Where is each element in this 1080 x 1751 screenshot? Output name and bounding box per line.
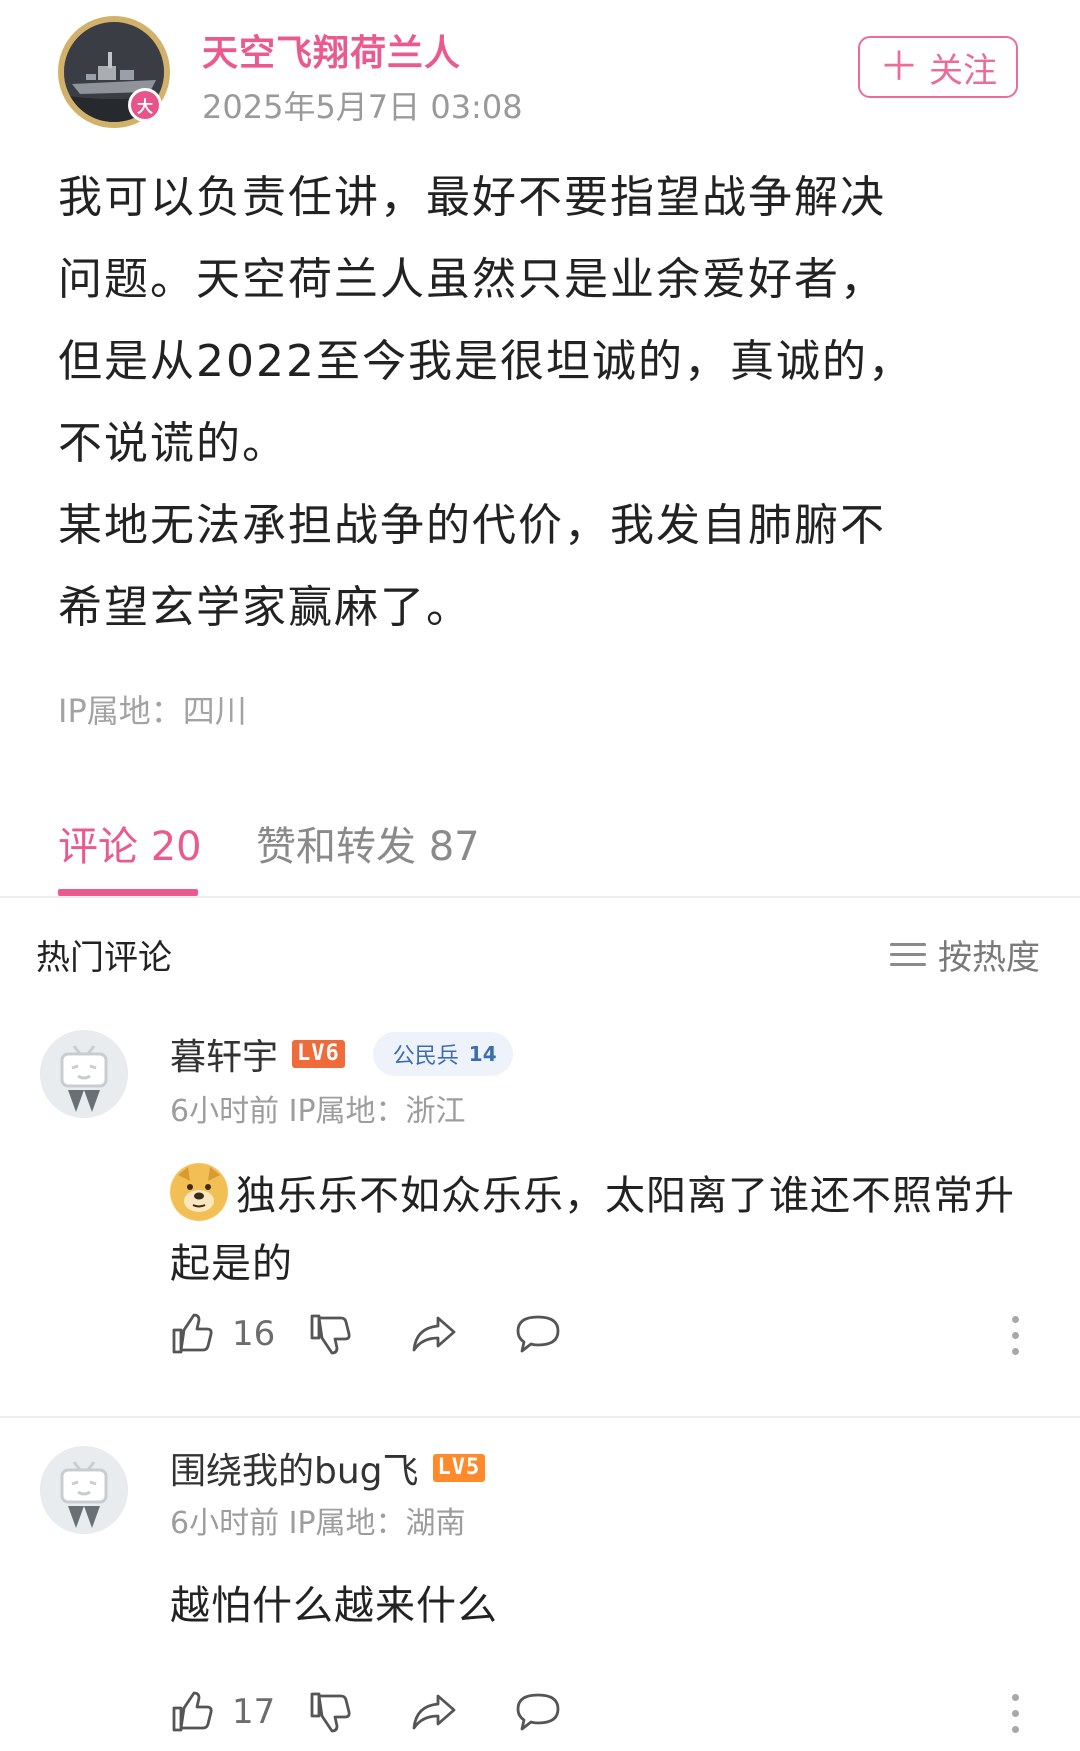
doge-emoji-icon (170, 1163, 228, 1221)
comment-text: 独乐乐不如众乐乐，太阳离了谁还不照常升起是的 (170, 1162, 1050, 1298)
follow-label: 关注 (929, 50, 997, 91)
tab-bar: 评论 20 赞和转发 87 (0, 800, 1080, 898)
sort-label: 按热度 (938, 938, 1040, 978)
like-button[interactable]: 17 (170, 1690, 275, 1734)
comment-divider (0, 1416, 1080, 1418)
comment-meta: 6小时前 IP属地：湖南 (170, 1506, 466, 1541)
reply-icon (516, 1693, 560, 1731)
post-header: 大 天空飞翔荷兰人 2025年5月7日 03:08 ＋ 关注 (0, 0, 1080, 140)
comment-avatar[interactable] (40, 1030, 128, 1118)
sort-button[interactable]: 按热度 (890, 930, 1040, 979)
level-badge: LV6 (292, 1040, 345, 1068)
dislike-icon (310, 1314, 351, 1355)
tv-mascot-icon (40, 1446, 128, 1534)
plus-icon: ＋ (879, 44, 919, 90)
level-badge: LV5 (432, 1454, 486, 1482)
comment-username[interactable]: 围绕我的bug飞 (170, 1442, 419, 1494)
menu-icon (890, 941, 926, 969)
citizen-badge[interactable]: 公民兵 14 (372, 1032, 513, 1076)
comment-actions: 17 (170, 1690, 1050, 1740)
tab-likes-reposts[interactable]: 赞和转发 87 (256, 814, 480, 872)
more-icon[interactable] (1010, 1316, 1020, 1356)
dislike-icon (310, 1692, 351, 1733)
share-button[interactable] (410, 1690, 458, 1734)
comment-avatar[interactable] (40, 1446, 128, 1534)
tv-mascot-icon (40, 1030, 128, 1118)
verified-badge: 大 (128, 88, 162, 122)
hot-comments-title: 热门评论 (36, 938, 172, 978)
reply-icon (516, 1315, 560, 1353)
share-icon (412, 1694, 456, 1730)
post-body: 我可以负责任讲，最好不要指望战争解决 问题。天空荷兰人虽然只是业余爱好者， 但是… (58, 172, 914, 633)
dislike-button[interactable] (308, 1312, 352, 1356)
comment-actions: 16 (170, 1312, 1050, 1362)
comment-meta: 6小时前 IP属地：浙江 (170, 1094, 466, 1129)
comment-text-content: 独乐乐不如众乐乐，太阳离了谁还不照常升起是的 (170, 1173, 1015, 1287)
comment-item: 围绕我的bug飞 LV5 6小时前 IP属地：湖南 越怕什么越来什么 17 (0, 1436, 1080, 1746)
comment-text: 越怕什么越来什么 (170, 1583, 498, 1629)
more-icon[interactable] (1010, 1694, 1020, 1734)
like-button[interactable]: 16 (170, 1312, 275, 1356)
like-icon (172, 1691, 213, 1732)
citizen-badge-level: 14 (468, 1042, 497, 1066)
follow-button[interactable]: ＋ 关注 (858, 36, 1018, 98)
reply-button[interactable] (514, 1690, 562, 1734)
comment-username-row: 暮轩宇 LV6 公民兵 14 (170, 1028, 513, 1080)
dislike-button[interactable] (308, 1690, 352, 1734)
like-icon (172, 1313, 213, 1354)
author-name[interactable]: 天空飞翔荷兰人 (202, 24, 461, 76)
like-count: 17 (232, 1692, 276, 1732)
comment-username-row: 围绕我的bug飞 LV5 (170, 1442, 486, 1494)
active-tab-indicator (58, 889, 198, 896)
post-timestamp: 2025年5月7日 03:08 (202, 88, 523, 126)
comment-username[interactable]: 暮轩宇 (170, 1028, 278, 1080)
citizen-badge-label: 公民兵 (392, 1044, 459, 1069)
share-icon (412, 1316, 456, 1352)
like-count: 16 (232, 1314, 276, 1354)
share-button[interactable] (410, 1312, 458, 1356)
tab-comments[interactable]: 评论 20 (58, 814, 202, 872)
post-ip-location: IP属地：四川 (58, 692, 247, 730)
comment-item: 暮轩宇 LV6 公民兵 14 6小时前 IP属地：浙江 独乐乐不如众乐乐，太阳离… (0, 1020, 1080, 1400)
reply-button[interactable] (514, 1312, 562, 1356)
